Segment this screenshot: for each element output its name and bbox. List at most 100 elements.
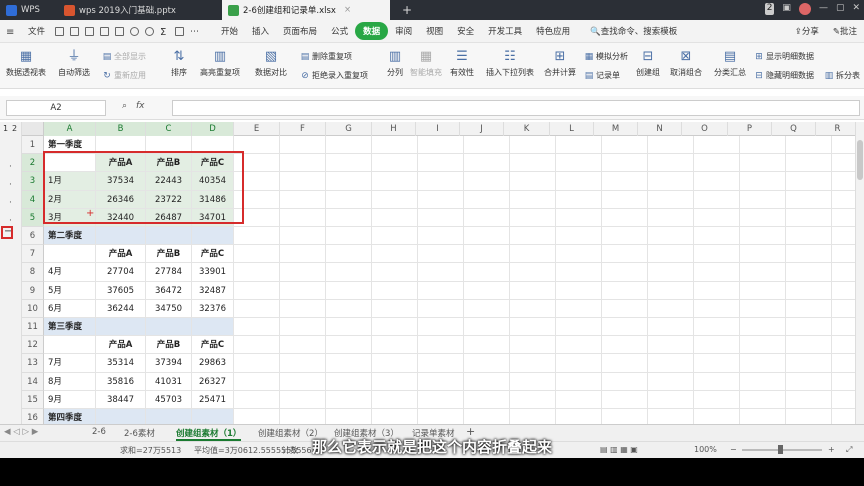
- data-cell[interactable]: 6月: [44, 299, 96, 318]
- data-cell[interactable]: 36244: [96, 299, 146, 318]
- empty-cells-row[interactable]: [234, 390, 856, 409]
- tab-pptx[interactable]: wps 2019入门基础.pptx: [58, 0, 218, 20]
- fx-icon[interactable]: fx: [136, 101, 145, 111]
- new-tab-button[interactable]: +: [396, 0, 418, 20]
- compare-button[interactable]: ▧ 数据对比: [255, 49, 287, 78]
- column-header-D[interactable]: D: [192, 122, 234, 136]
- close-window-icon[interactable]: ✕: [852, 3, 860, 15]
- row-header[interactable]: 2: [22, 154, 44, 173]
- column-header-B[interactable]: B: [96, 122, 146, 136]
- column-header-O[interactable]: O: [682, 122, 728, 136]
- column-header-C[interactable]: C: [146, 122, 192, 136]
- column-header-F[interactable]: F: [280, 122, 326, 136]
- redo-icon[interactable]: [145, 26, 155, 36]
- data-cell[interactable]: 25471: [192, 390, 234, 409]
- column-header-A[interactable]: A: [44, 122, 96, 136]
- column-header-K[interactable]: K: [504, 122, 550, 136]
- data-cell[interactable]: 7月: [44, 354, 96, 373]
- row-header[interactable]: 11: [22, 318, 44, 337]
- empty-cells-row[interactable]: [234, 299, 856, 318]
- data-cell[interactable]: 34750: [146, 299, 192, 318]
- data-cell[interactable]: 33901: [192, 263, 234, 282]
- data-cell[interactable]: [146, 409, 192, 424]
- sum-icon[interactable]: Σ: [160, 27, 169, 38]
- empty-cells-row[interactable]: [234, 245, 856, 264]
- create-group-button[interactable]: ⊟ 创建组: [636, 49, 660, 78]
- menu-security[interactable]: 安全: [450, 25, 481, 37]
- product-header-cell[interactable]: [44, 336, 96, 355]
- insert-dropdown-button[interactable]: ☷ 插入下拉列表: [486, 49, 534, 78]
- subtotal-button[interactable]: ▤ 分类汇总: [714, 49, 746, 78]
- layout-icon[interactable]: ▣: [782, 3, 791, 15]
- row-header[interactable]: 3: [22, 172, 44, 191]
- row-header[interactable]: 10: [22, 299, 44, 318]
- record-form-button[interactable]: ▤ 记录单: [584, 70, 620, 81]
- sort-button[interactable]: ⇅ 排序: [170, 49, 188, 78]
- empty-cells-row[interactable]: [234, 409, 856, 424]
- share-button[interactable]: ⇪分享: [788, 25, 826, 37]
- close-tab-icon[interactable]: ×: [344, 5, 351, 15]
- minimize-icon[interactable]: —: [819, 3, 828, 15]
- scrollbar-thumb[interactable]: [857, 140, 863, 180]
- data-cell[interactable]: 4月: [44, 263, 96, 282]
- tab-xlsx-active[interactable]: 2-6创建组和记录单.xlsx ×: [222, 0, 390, 20]
- autofilter-button[interactable]: ⏚ 自动筛选: [58, 49, 90, 78]
- data-cell[interactable]: 9月: [44, 390, 96, 409]
- reject-dup-button[interactable]: ⊘ 拒绝录入重复项: [300, 70, 368, 81]
- data-cell[interactable]: 5月: [44, 281, 96, 300]
- product-header-cell[interactable]: 产品C: [192, 245, 234, 264]
- empty-cells-row[interactable]: [234, 136, 856, 155]
- menu-file[interactable]: 文件: [21, 25, 52, 37]
- consolidate-button[interactable]: ⊞ 合并计算: [544, 49, 576, 78]
- menu-features[interactable]: 特色应用: [529, 25, 577, 37]
- data-cell[interactable]: [146, 227, 192, 246]
- data-cell[interactable]: 26327: [192, 372, 234, 391]
- column-header-I[interactable]: I: [416, 122, 460, 136]
- filter-icon[interactable]: [175, 26, 185, 36]
- data-cell[interactable]: 35314: [96, 354, 146, 373]
- format-painter-icon[interactable]: [115, 26, 125, 36]
- data-cell[interactable]: 27704: [96, 263, 146, 282]
- validity-button[interactable]: ☰ 有效性: [450, 49, 474, 78]
- row-header[interactable]: 16: [22, 409, 44, 424]
- empty-cells-row[interactable]: [234, 154, 856, 173]
- empty-cells-row[interactable]: [234, 281, 856, 300]
- data-cell[interactable]: 29863: [192, 354, 234, 373]
- product-header-cell[interactable]: 产品C: [192, 336, 234, 355]
- data-cell[interactable]: [192, 227, 234, 246]
- data-cell[interactable]: [96, 409, 146, 424]
- select-all-corner[interactable]: [22, 122, 44, 136]
- row-header[interactable]: 4: [22, 190, 44, 209]
- data-cell[interactable]: 41031: [146, 372, 192, 391]
- hamburger-icon[interactable]: ≡: [6, 27, 18, 38]
- product-header-cell[interactable]: 产品B: [146, 336, 192, 355]
- empty-cells-row[interactable]: [234, 336, 856, 355]
- more-icon[interactable]: ⋯: [190, 27, 202, 37]
- column-header-L[interactable]: L: [550, 122, 594, 136]
- row-header[interactable]: 5: [22, 208, 44, 227]
- empty-cells-row[interactable]: [234, 190, 856, 209]
- simulate-button[interactable]: ▦ 模拟分析: [584, 51, 628, 62]
- split-table-button[interactable]: ▥ 拆分表: [824, 70, 860, 81]
- highlight-dup-button[interactable]: ▥ 高亮重复项: [200, 49, 240, 78]
- empty-cells-row[interactable]: [234, 318, 856, 337]
- row-header[interactable]: 13: [22, 354, 44, 373]
- data-cell[interactable]: 32376: [192, 299, 234, 318]
- comment-button[interactable]: ✎批注: [826, 25, 864, 37]
- data-cell[interactable]: [146, 318, 192, 337]
- product-header-cell[interactable]: 产品A: [96, 336, 146, 355]
- empty-cells-row[interactable]: [234, 172, 856, 191]
- data-cell[interactable]: 45703: [146, 390, 192, 409]
- tab-wps-home[interactable]: WPS: [0, 0, 56, 20]
- column-header-H[interactable]: H: [372, 122, 416, 136]
- data-cell[interactable]: 35816: [96, 372, 146, 391]
- column-header-E[interactable]: E: [234, 122, 280, 136]
- data-cell[interactable]: 8月: [44, 372, 96, 391]
- quarter-title-cell[interactable]: 第四季度: [44, 409, 96, 424]
- row-header[interactable]: 12: [22, 336, 44, 355]
- formula-input[interactable]: [172, 100, 860, 116]
- product-header-cell[interactable]: 产品A: [96, 245, 146, 264]
- row-header[interactable]: 7: [22, 245, 44, 264]
- open-icon[interactable]: [70, 26, 80, 36]
- column-header-M[interactable]: M: [594, 122, 638, 136]
